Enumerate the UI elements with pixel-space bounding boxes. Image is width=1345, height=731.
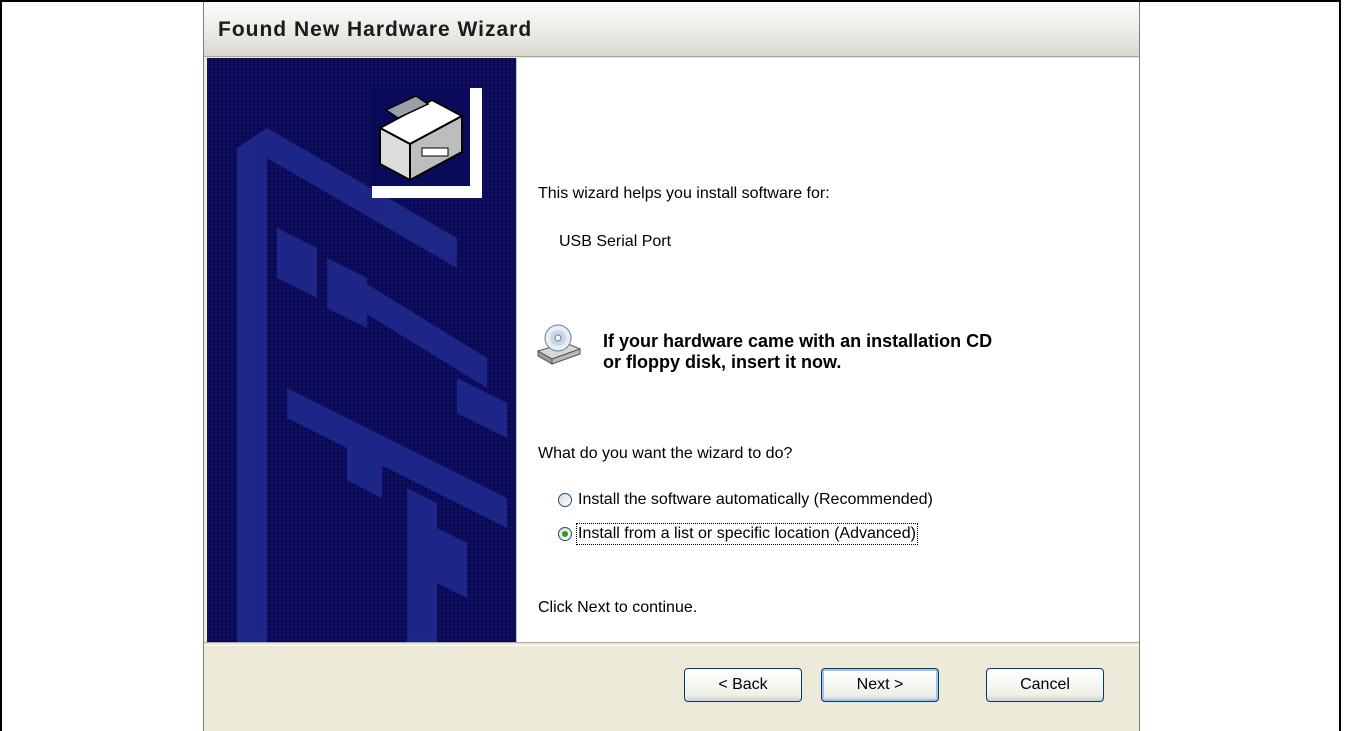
back-button[interactable]: < Back bbox=[684, 668, 802, 702]
wizard-question: What do you want the wizard to do? bbox=[538, 445, 793, 462]
wizard-side-panel bbox=[207, 58, 516, 642]
button-area-divider bbox=[204, 642, 1139, 646]
device-name: USB Serial Port bbox=[559, 233, 672, 250]
radio-label-install-automatically[interactable]: Install the software automatically (Reco… bbox=[578, 491, 933, 509]
insert-cd-line-2: or floppy disk, insert it now. bbox=[603, 352, 842, 372]
cancel-button[interactable]: Cancel bbox=[986, 668, 1104, 702]
option-install-from-list[interactable]: Install from a list or specific location… bbox=[558, 523, 918, 545]
title-bar: Found New Hardware Wizard bbox=[204, 2, 1139, 57]
insert-cd-instruction: If your hardware came with an installati… bbox=[603, 331, 992, 373]
continue-hint: Click Next to continue. bbox=[538, 599, 698, 616]
radio-label-install-from-list[interactable]: Install from a list or specific location… bbox=[576, 523, 918, 545]
hardware-card-icon bbox=[372, 88, 482, 198]
window-title: Found New Hardware Wizard bbox=[218, 18, 533, 41]
radio-install-automatically[interactable] bbox=[558, 493, 572, 507]
cd-drive-icon bbox=[536, 323, 582, 365]
intro-text: This wizard helps you install software f… bbox=[538, 185, 830, 202]
next-button[interactable]: Next > bbox=[821, 668, 939, 702]
wizard-window: Found New Hardware Wizard This wizard he… bbox=[203, 2, 1140, 731]
radio-install-from-list[interactable] bbox=[558, 527, 572, 541]
insert-cd-line-1: If your hardware came with an installati… bbox=[603, 331, 993, 351]
option-install-automatically[interactable]: Install the software automatically (Reco… bbox=[558, 489, 933, 511]
wizard-content: This wizard helps you install software f… bbox=[516, 58, 1139, 642]
